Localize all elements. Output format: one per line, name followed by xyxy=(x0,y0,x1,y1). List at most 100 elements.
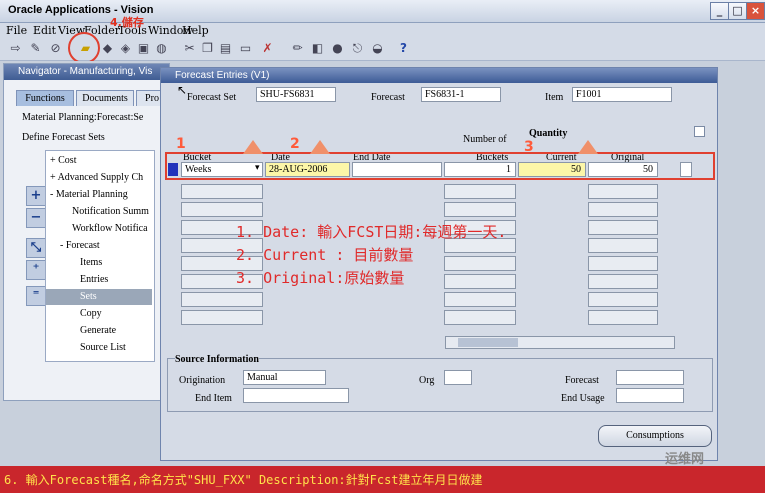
attachments-icon[interactable]: ⎋ xyxy=(350,41,365,56)
empty-cell[interactable] xyxy=(588,310,658,325)
close-form-icon[interactable]: ◍ xyxy=(154,41,169,56)
tab-functions[interactable]: Functions xyxy=(16,90,74,106)
number-of-label: Number of xyxy=(463,134,507,145)
source-info-frame xyxy=(167,358,713,412)
annotation-number-3: 3 xyxy=(524,139,534,155)
source-info-label: Source Information xyxy=(175,354,259,365)
tree-item[interactable]: Generate xyxy=(80,325,116,336)
forecast-set-field[interactable]: SHU-FS6831 xyxy=(256,87,336,102)
tree-item[interactable]: Workflow Notifica xyxy=(72,223,148,234)
folder-tools-icon[interactable]: ◒ xyxy=(370,41,385,56)
navigator-icon[interactable]: ⊘ xyxy=(48,41,63,56)
quantity-label: Quantity xyxy=(529,128,568,139)
tree-item[interactable]: - Forecast xyxy=(60,240,100,251)
tree-item[interactable]: Copy xyxy=(80,308,102,319)
save-highlight-circle xyxy=(68,32,100,64)
collapse-all-icon[interactable]: ⁼ xyxy=(26,286,46,306)
empty-cell[interactable] xyxy=(444,292,516,307)
empty-cell[interactable] xyxy=(444,310,516,325)
tree-item[interactable]: - Material Planning xyxy=(50,189,128,200)
toolbar: ⇨ ✎ ⊘ ▰ ◆ ◈ ▣ ◍ ✂ ❐ ▤ ▭ ✗ ✏ ◧ ● ⎋ ◒ ? xyxy=(0,38,765,61)
empty-cell[interactable] xyxy=(181,292,263,307)
next-step-icon[interactable]: ◆ xyxy=(100,41,115,56)
menu-help[interactable]: Help xyxy=(182,24,209,37)
empty-cell[interactable] xyxy=(181,184,263,199)
annotation-number-2: 2 xyxy=(290,136,300,152)
empty-cell[interactable] xyxy=(588,256,658,271)
translations-icon[interactable]: ● xyxy=(330,41,345,56)
edit-field-icon[interactable]: ✏ xyxy=(290,41,305,56)
tree-item[interactable]: Notification Summ xyxy=(72,206,149,217)
find-icon[interactable]: ✎ xyxy=(28,41,43,56)
tree-item[interactable]: Entries xyxy=(80,274,108,285)
navigator-title: Navigator - Manufacturing, Vis xyxy=(4,64,169,80)
print-icon[interactable]: ▣ xyxy=(136,41,151,56)
new-record-icon[interactable]: ▭ xyxy=(238,41,253,56)
tree-item[interactable]: + Cost xyxy=(50,155,76,166)
forecast-source-label: Forecast xyxy=(565,375,599,386)
origination-label: Origination xyxy=(179,375,226,386)
end-usage-field[interactable] xyxy=(616,388,684,403)
empty-cell[interactable] xyxy=(588,292,658,307)
empty-cell[interactable] xyxy=(588,238,658,253)
end-item-field[interactable] xyxy=(243,388,349,403)
horizontal-scrollbar[interactable] xyxy=(445,336,675,349)
forecast-source-field[interactable] xyxy=(616,370,684,385)
empty-cell[interactable] xyxy=(181,310,263,325)
expand-icon[interactable]: + xyxy=(26,186,46,206)
tree-item[interactable]: Source List xyxy=(80,342,126,353)
collapse-icon[interactable]: − xyxy=(26,208,46,228)
item-field[interactable]: F1001 xyxy=(572,87,672,102)
caption-text: 6. 輸入Forecast種名,命名方式"SHU_FXX" Descriptio… xyxy=(4,473,483,487)
zoom-icon[interactable]: ◧ xyxy=(310,41,325,56)
annotation-arrow-1 xyxy=(243,140,263,154)
help-icon[interactable]: ? xyxy=(396,41,411,56)
cut-icon[interactable]: ✂ xyxy=(182,41,197,56)
empty-cell[interactable] xyxy=(444,256,516,271)
close-button[interactable]: × xyxy=(746,2,765,20)
empty-cell[interactable] xyxy=(444,202,516,217)
row-highlight-rect xyxy=(165,152,715,180)
end-usage-label: End Usage xyxy=(561,393,605,404)
scrollbar-thumb[interactable] xyxy=(458,338,518,347)
tree-item[interactable]: Items xyxy=(80,257,102,268)
delete-record-icon[interactable]: ✗ xyxy=(260,41,275,56)
copy-icon[interactable]: ❐ xyxy=(200,41,215,56)
maximize-button[interactable]: □ xyxy=(728,2,747,20)
forecast-entries-title: Forecast Entries (V1) xyxy=(161,68,717,83)
switch-resp-icon[interactable]: ◈ xyxy=(118,41,133,56)
empty-cell[interactable] xyxy=(444,184,516,199)
tree-item[interactable]: + Advanced Supply Ch xyxy=(50,172,143,183)
empty-cell[interactable] xyxy=(181,202,263,217)
empty-cell[interactable] xyxy=(588,274,658,289)
annotation-number-1: 1 xyxy=(176,136,186,152)
empty-cell[interactable] xyxy=(588,220,658,235)
expand-branch-icon[interactable]: ⤡ xyxy=(26,238,46,258)
cursor-icon: ↖ xyxy=(177,83,188,97)
navigator-context: Material Planning:Forecast:Se xyxy=(22,112,144,123)
menu-edit[interactable]: Edit xyxy=(33,24,56,37)
navigator-tree: + Cost + Advanced Supply Ch - Material P… xyxy=(45,150,155,362)
paste-icon[interactable]: ▤ xyxy=(218,41,233,56)
empty-cell[interactable] xyxy=(588,202,658,217)
empty-cell[interactable] xyxy=(588,184,658,199)
empty-cell[interactable] xyxy=(444,274,516,289)
consumptions-button[interactable]: Consumptions xyxy=(598,425,712,447)
new-icon[interactable]: ⇨ xyxy=(8,41,23,56)
org-field[interactable] xyxy=(444,370,472,385)
annotation-arrow-3 xyxy=(578,140,598,154)
folder-checkbox[interactable] xyxy=(694,126,705,137)
navigator-define: Define Forecast Sets xyxy=(22,132,105,143)
tree-item-selected[interactable]: Sets xyxy=(80,291,97,302)
forecast-label: Forecast xyxy=(371,92,405,103)
menu-file[interactable]: File xyxy=(6,24,27,37)
watermark-logo: 运维网 xyxy=(665,452,705,467)
tab-documents[interactable]: Documents xyxy=(76,90,134,106)
forecast-set-label: Forecast Set xyxy=(187,92,237,103)
forecast-field[interactable]: FS6831-1 xyxy=(421,87,501,102)
expand-all-icon[interactable]: ⁺ xyxy=(26,260,46,280)
save-callout: 4.儲存 xyxy=(110,16,144,29)
item-label: Item xyxy=(545,92,564,103)
origination-field[interactable]: Manual xyxy=(243,370,326,385)
minimize-button[interactable]: _ xyxy=(710,2,729,20)
